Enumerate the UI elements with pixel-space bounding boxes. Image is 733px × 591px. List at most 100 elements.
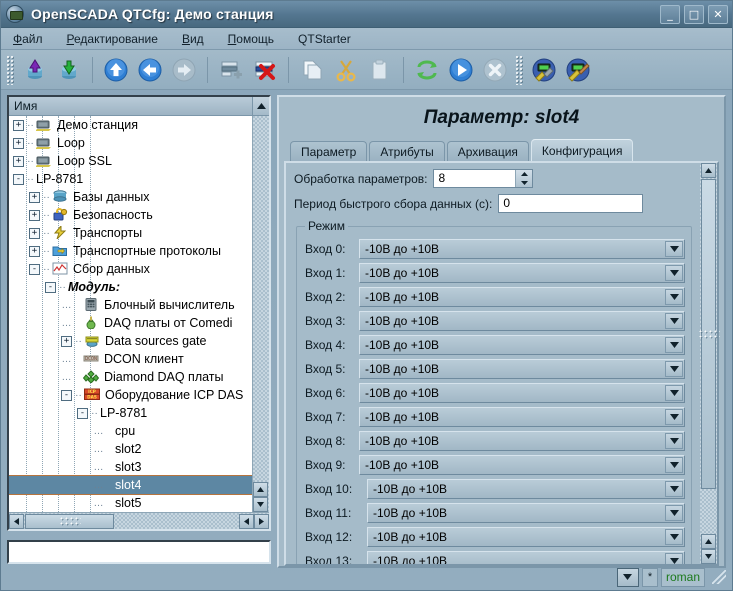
tree-item[interactable]: +··Data sources gate <box>9 332 252 350</box>
tree-vertical-scrollbar[interactable] <box>252 116 269 512</box>
tree-scroll-up-button[interactable] <box>253 482 268 497</box>
tree-item[interactable]: …DCONDCON клиент <box>9 350 252 368</box>
mode-input-combobox[interactable]: -10В до +10В <box>359 455 685 475</box>
mode-input-combobox[interactable]: -10В до +10В <box>367 503 685 523</box>
mode-input-combobox[interactable]: -10В до +10В <box>359 311 685 331</box>
tab-parameter[interactable]: Параметр <box>290 141 367 161</box>
chevron-down-icon[interactable] <box>665 553 683 564</box>
form-vertical-scrollbar[interactable] <box>700 163 717 564</box>
tree-expand-icon[interactable]: + <box>61 336 72 347</box>
status-selector[interactable] <box>617 568 639 587</box>
process-params-value[interactable]: 8 <box>434 170 515 187</box>
current-user[interactable]: roman <box>661 568 705 587</box>
tree-item[interactable]: …slot3 <box>9 458 252 476</box>
chevron-down-icon[interactable] <box>665 505 683 521</box>
mode-input-combobox[interactable]: -10В до +10В <box>359 431 685 451</box>
stepper-down-button[interactable] <box>516 179 532 188</box>
tree-item-selected[interactable]: …slot4 <box>9 476 252 494</box>
tree-item[interactable]: -··ICPDASОборудование ICP DAS <box>9 386 252 404</box>
tree-scroll-left-button-2[interactable] <box>239 514 254 529</box>
tree-expand-icon[interactable]: + <box>29 192 40 203</box>
tree-filter-input[interactable] <box>7 540 271 564</box>
tree-item[interactable]: …DAQ платы от Comedi <box>9 314 252 332</box>
tree-item[interactable]: …cpu <box>9 422 252 440</box>
form-scroll-up-button[interactable] <box>701 163 716 178</box>
menu-edit[interactable]: Редактирование <box>65 31 160 47</box>
form-scroll-down-button[interactable] <box>701 549 716 564</box>
mode-input-combobox[interactable]: -10В до +10В <box>359 335 685 355</box>
maximize-button[interactable]: □ <box>684 5 704 24</box>
mode-input-combobox[interactable]: -10В до +10В <box>367 527 685 547</box>
cut-icon[interactable] <box>331 55 361 85</box>
tree-expand-icon[interactable]: + <box>29 246 40 257</box>
start-icon[interactable] <box>446 55 476 85</box>
form-scroll-up-button-2[interactable] <box>701 534 716 549</box>
delete-node-icon[interactable] <box>250 55 280 85</box>
load-from-db-icon[interactable] <box>20 55 50 85</box>
chevron-down-icon[interactable] <box>665 433 683 449</box>
tree-item[interactable]: -··LP-8781 <box>9 404 252 422</box>
add-node-icon[interactable] <box>216 55 246 85</box>
tree-expand-icon[interactable]: + <box>13 156 24 167</box>
chevron-down-icon[interactable] <box>665 313 683 329</box>
mode-input-combobox[interactable]: -10В до +10В <box>359 239 685 259</box>
edit-station-icon[interactable] <box>563 55 593 85</box>
tree-item[interactable]: -··Сбор данных <box>9 260 252 278</box>
go-back-icon[interactable] <box>135 55 165 85</box>
chevron-down-icon[interactable] <box>665 457 683 473</box>
mode-input-combobox[interactable]: -10В до +10В <box>359 287 685 307</box>
tree-collapse-icon[interactable]: - <box>29 264 40 275</box>
tree-item[interactable]: …slot2 <box>9 440 252 458</box>
save-to-db-icon[interactable] <box>54 55 84 85</box>
process-params-arrows[interactable] <box>515 170 532 187</box>
stepper-up-button[interactable] <box>516 170 532 179</box>
mode-input-combobox[interactable]: -10В до +10В <box>359 407 685 427</box>
tree-horizontal-scrollbar[interactable] <box>9 512 269 529</box>
tree-expand-icon[interactable]: + <box>29 228 40 239</box>
tree-item[interactable]: +··Транспортные протоколы <box>9 242 252 260</box>
resize-grip[interactable] <box>712 570 726 584</box>
tree-item[interactable]: +··Транспорты <box>9 224 252 242</box>
tree-collapse-icon[interactable]: - <box>13 174 24 185</box>
tab-configuration[interactable]: Конфигурация <box>531 139 634 161</box>
chevron-down-icon[interactable] <box>665 529 683 545</box>
chevron-down-icon[interactable] <box>665 265 683 281</box>
mode-input-combobox[interactable]: -10В до +10В <box>359 263 685 283</box>
close-button[interactable]: ✕ <box>708 5 728 24</box>
tree-expand-icon[interactable]: + <box>13 120 24 131</box>
tree-collapse-icon[interactable]: - <box>61 390 72 401</box>
toolbar-grip-2[interactable] <box>515 55 524 85</box>
tree-item[interactable]: …Блочный вычислитель <box>9 296 252 314</box>
tree-item[interactable]: …Diamond DAQ платы <box>9 368 252 386</box>
chevron-down-icon[interactable] <box>665 385 683 401</box>
mode-input-combobox[interactable]: -10В до +10В <box>367 551 685 564</box>
tree-header-sort-button[interactable] <box>252 97 269 115</box>
mode-input-combobox[interactable]: -10В до +10В <box>359 359 685 379</box>
manage-station-icon[interactable] <box>529 55 559 85</box>
form-vscroll-thumb[interactable] <box>701 179 716 489</box>
menu-file[interactable]: Файл <box>11 31 45 47</box>
chevron-down-icon[interactable] <box>665 361 683 377</box>
process-params-stepper[interactable]: 8 <box>433 169 533 188</box>
tree-item[interactable]: +··Демо станция <box>9 116 252 134</box>
tree-expand-icon[interactable]: + <box>13 138 24 149</box>
menu-view[interactable]: Вид <box>180 31 206 47</box>
tree-collapse-icon[interactable]: - <box>45 282 56 293</box>
toolbar-grip[interactable] <box>6 55 15 85</box>
menu-qtstarter[interactable]: QTStarter <box>296 31 353 47</box>
tree-item[interactable]: -··Модуль: <box>9 278 252 296</box>
mode-input-combobox[interactable]: -10В до +10В <box>359 383 685 403</box>
tree-scroll-right-button[interactable] <box>254 514 269 529</box>
tree-item[interactable]: …slot5 <box>9 494 252 512</box>
tree-hscroll-thumb[interactable] <box>25 514 114 529</box>
chevron-down-icon[interactable] <box>665 241 683 257</box>
mode-input-combobox[interactable]: -10В до +10В <box>367 479 685 499</box>
tree-item[interactable]: +··Безопасность <box>9 206 252 224</box>
minimize-button[interactable]: _ <box>660 5 680 24</box>
tree-item[interactable]: +··Базы данных <box>9 188 252 206</box>
tree-expand-icon[interactable]: + <box>29 210 40 221</box>
chevron-down-icon[interactable] <box>665 289 683 305</box>
tree-scroll-left-button[interactable] <box>9 514 24 529</box>
tree-scroll-down-button[interactable] <box>253 497 268 512</box>
chevron-down-icon[interactable] <box>665 409 683 425</box>
